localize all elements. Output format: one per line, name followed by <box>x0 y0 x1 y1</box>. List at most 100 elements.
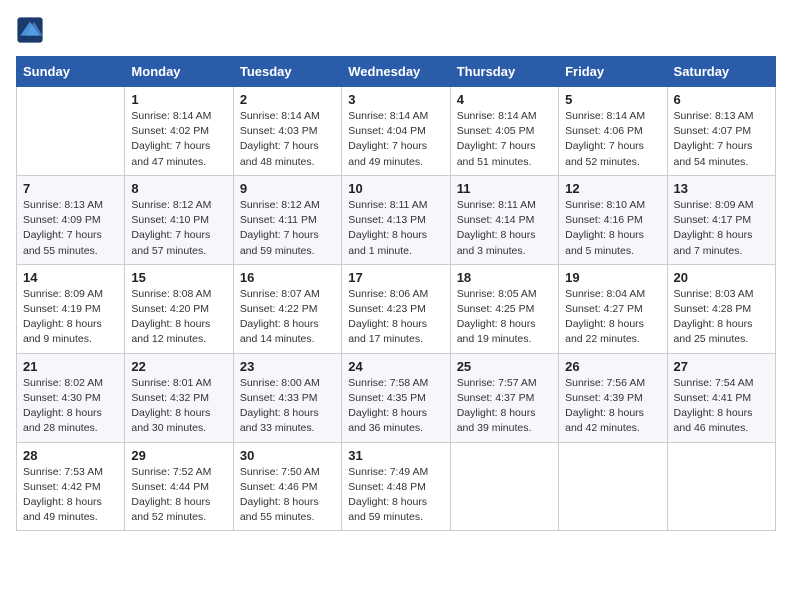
calendar-cell: 24 Sunrise: 7:58 AMSunset: 4:35 PMDayligh… <box>342 353 450 442</box>
column-header-sunday: Sunday <box>17 57 125 87</box>
day-number: 19 <box>565 270 660 285</box>
calendar-cell: 13 Sunrise: 8:09 AMSunset: 4:17 PMDayligh… <box>667 175 775 264</box>
day-info: Sunrise: 8:11 AMSunset: 4:13 PMDaylight:… <box>348 198 443 259</box>
calendar-week-row: 7 Sunrise: 8:13 AMSunset: 4:09 PMDaylight… <box>17 175 776 264</box>
day-number: 14 <box>23 270 118 285</box>
day-number: 15 <box>131 270 226 285</box>
day-info: Sunrise: 7:52 AMSunset: 4:44 PMDaylight:… <box>131 465 226 526</box>
page-header <box>16 16 776 44</box>
day-number: 30 <box>240 448 335 463</box>
calendar-cell: 14Sunrise: 8:09 AMSunset: 4:19 PMDayligh… <box>17 264 125 353</box>
calendar-cell: 27Sunrise: 7:54 AMSunset: 4:41 PMDayligh… <box>667 353 775 442</box>
day-info: Sunrise: 8:14 AMSunset: 4:04 PMDaylight:… <box>348 109 443 170</box>
day-number: 24 <box>348 359 443 374</box>
calendar-week-row: 1 Sunrise: 8:14 AMSunset: 4:02 PMDaylight… <box>17 87 776 176</box>
day-info: Sunrise: 8:01 AMSunset: 4:32 PMDaylight:… <box>131 376 226 437</box>
day-info: Sunrise: 8:12 AMSunset: 4:11 PMDaylight:… <box>240 198 335 259</box>
logo <box>16 16 48 44</box>
day-info: Sunrise: 8:08 AMSunset: 4:20 PMDaylight:… <box>131 287 226 348</box>
day-info: Sunrise: 7:56 AMSunset: 4:39 PMDaylight:… <box>565 376 660 437</box>
calendar-week-row: 28 Sunrise: 7:53 AMSunset: 4:42 PMDayligh… <box>17 442 776 531</box>
calendar-cell: 18 Sunrise: 8:05 AMSunset: 4:25 PMDayligh… <box>450 264 558 353</box>
calendar-cell <box>17 87 125 176</box>
day-number: 29 <box>131 448 226 463</box>
calendar-cell: 1 Sunrise: 8:14 AMSunset: 4:02 PMDaylight… <box>125 87 233 176</box>
calendar-cell: 20 Sunrise: 8:03 AMSunset: 4:28 PMDayligh… <box>667 264 775 353</box>
calendar-cell: 15 Sunrise: 8:08 AMSunset: 4:20 PMDayligh… <box>125 264 233 353</box>
day-info: Sunrise: 8:03 AMSunset: 4:28 PMDaylight:… <box>674 287 769 348</box>
day-info: Sunrise: 7:49 AMSunset: 4:48 PMDaylight:… <box>348 465 443 526</box>
day-number: 1 <box>131 92 226 107</box>
calendar-table: SundayMondayTuesdayWednesdayThursdayFrid… <box>16 56 776 531</box>
day-number: 11 <box>457 181 552 196</box>
column-header-friday: Friday <box>559 57 667 87</box>
calendar-cell: 16Sunrise: 8:07 AMSunset: 4:22 PMDayligh… <box>233 264 341 353</box>
day-number: 13 <box>674 181 769 196</box>
day-info: Sunrise: 8:14 AMSunset: 4:03 PMDaylight:… <box>240 109 335 170</box>
day-number: 20 <box>674 270 769 285</box>
calendar-cell: 17 Sunrise: 8:06 AMSunset: 4:23 PMDayligh… <box>342 264 450 353</box>
calendar-cell: 28 Sunrise: 7:53 AMSunset: 4:42 PMDayligh… <box>17 442 125 531</box>
calendar-cell <box>450 442 558 531</box>
day-number: 26 <box>565 359 660 374</box>
day-info: Sunrise: 8:13 AMSunset: 4:07 PMDaylight:… <box>674 109 769 170</box>
calendar-cell: 2 Sunrise: 8:14 AMSunset: 4:03 PMDaylight… <box>233 87 341 176</box>
day-number: 9 <box>240 181 335 196</box>
day-info: Sunrise: 8:05 AMSunset: 4:25 PMDaylight:… <box>457 287 552 348</box>
day-number: 8 <box>131 181 226 196</box>
day-info: Sunrise: 7:53 AMSunset: 4:42 PMDaylight:… <box>23 465 118 526</box>
column-header-monday: Monday <box>125 57 233 87</box>
day-info: Sunrise: 8:14 AMSunset: 4:06 PMDaylight:… <box>565 109 660 170</box>
calendar-cell: 26 Sunrise: 7:56 AMSunset: 4:39 PMDayligh… <box>559 353 667 442</box>
day-info: Sunrise: 8:06 AMSunset: 4:23 PMDaylight:… <box>348 287 443 348</box>
day-info: Sunrise: 8:09 AMSunset: 4:17 PMDaylight:… <box>674 198 769 259</box>
day-number: 23 <box>240 359 335 374</box>
calendar-cell: 3 Sunrise: 8:14 AMSunset: 4:04 PMDaylight… <box>342 87 450 176</box>
calendar-cell: 10 Sunrise: 8:11 AMSunset: 4:13 PMDayligh… <box>342 175 450 264</box>
calendar-cell: 7 Sunrise: 8:13 AMSunset: 4:09 PMDaylight… <box>17 175 125 264</box>
day-number: 7 <box>23 181 118 196</box>
calendar-cell: 6Sunrise: 8:13 AMSunset: 4:07 PMDaylight… <box>667 87 775 176</box>
day-info: Sunrise: 7:57 AMSunset: 4:37 PMDaylight:… <box>457 376 552 437</box>
day-number: 28 <box>23 448 118 463</box>
calendar-cell: 25 Sunrise: 7:57 AMSunset: 4:37 PMDayligh… <box>450 353 558 442</box>
column-header-saturday: Saturday <box>667 57 775 87</box>
calendar-cell: 29 Sunrise: 7:52 AMSunset: 4:44 PMDayligh… <box>125 442 233 531</box>
day-info: Sunrise: 8:07 AMSunset: 4:22 PMDaylight:… <box>240 287 335 348</box>
calendar-cell <box>559 442 667 531</box>
day-number: 31 <box>348 448 443 463</box>
calendar-cell: 30 Sunrise: 7:50 AMSunset: 4:46 PMDayligh… <box>233 442 341 531</box>
calendar-cell: 4 Sunrise: 8:14 AMSunset: 4:05 PMDaylight… <box>450 87 558 176</box>
day-number: 2 <box>240 92 335 107</box>
calendar-cell: 8 Sunrise: 8:12 AMSunset: 4:10 PMDaylight… <box>125 175 233 264</box>
day-info: Sunrise: 7:58 AMSunset: 4:35 PMDaylight:… <box>348 376 443 437</box>
calendar-cell <box>667 442 775 531</box>
day-number: 17 <box>348 270 443 285</box>
calendar-cell: 23 Sunrise: 8:00 AMSunset: 4:33 PMDayligh… <box>233 353 341 442</box>
day-number: 25 <box>457 359 552 374</box>
calendar-header-row: SundayMondayTuesdayWednesdayThursdayFrid… <box>17 57 776 87</box>
calendar-cell: 22 Sunrise: 8:01 AMSunset: 4:32 PMDayligh… <box>125 353 233 442</box>
day-info: Sunrise: 8:14 AMSunset: 4:02 PMDaylight:… <box>131 109 226 170</box>
day-number: 22 <box>131 359 226 374</box>
day-number: 4 <box>457 92 552 107</box>
calendar-cell: 21Sunrise: 8:02 AMSunset: 4:30 PMDayligh… <box>17 353 125 442</box>
day-info: Sunrise: 7:50 AMSunset: 4:46 PMDaylight:… <box>240 465 335 526</box>
day-info: Sunrise: 8:04 AMSunset: 4:27 PMDaylight:… <box>565 287 660 348</box>
day-number: 3 <box>348 92 443 107</box>
day-number: 18 <box>457 270 552 285</box>
calendar-cell: 11Sunrise: 8:11 AMSunset: 4:14 PMDayligh… <box>450 175 558 264</box>
day-info: Sunrise: 8:00 AMSunset: 4:33 PMDaylight:… <box>240 376 335 437</box>
day-number: 12 <box>565 181 660 196</box>
day-info: Sunrise: 8:14 AMSunset: 4:05 PMDaylight:… <box>457 109 552 170</box>
day-number: 10 <box>348 181 443 196</box>
calendar-cell: 9 Sunrise: 8:12 AMSunset: 4:11 PMDaylight… <box>233 175 341 264</box>
day-number: 27 <box>674 359 769 374</box>
day-info: Sunrise: 8:12 AMSunset: 4:10 PMDaylight:… <box>131 198 226 259</box>
day-info: Sunrise: 8:13 AMSunset: 4:09 PMDaylight:… <box>23 198 118 259</box>
column-header-wednesday: Wednesday <box>342 57 450 87</box>
calendar-cell: 12Sunrise: 8:10 AMSunset: 4:16 PMDayligh… <box>559 175 667 264</box>
day-number: 21 <box>23 359 118 374</box>
calendar-week-row: 14Sunrise: 8:09 AMSunset: 4:19 PMDayligh… <box>17 264 776 353</box>
calendar-cell: 5Sunrise: 8:14 AMSunset: 4:06 PMDaylight… <box>559 87 667 176</box>
